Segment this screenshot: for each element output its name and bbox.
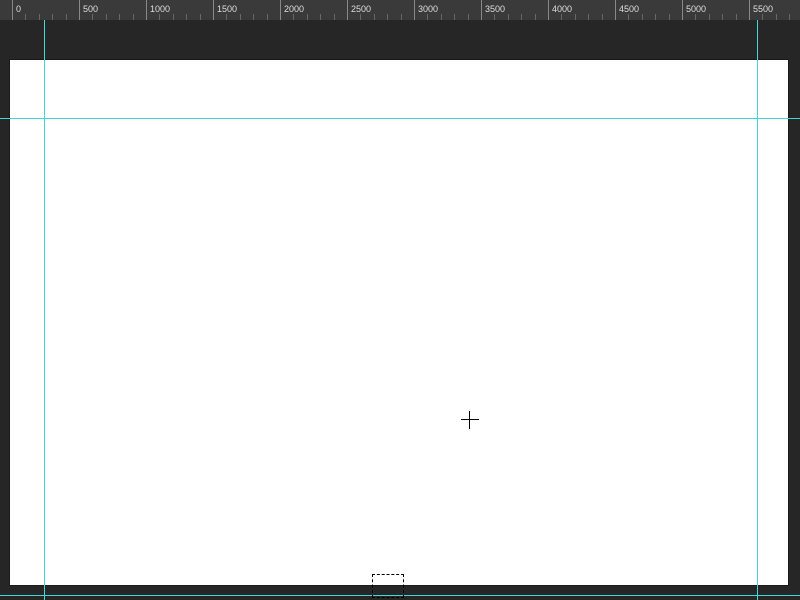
ruler-tick: 2500 — [347, 0, 348, 20]
ruler-label: 500 — [83, 4, 98, 14]
vertical-guide[interactable] — [757, 20, 758, 600]
selection-marquee[interactable] — [372, 574, 404, 598]
ruler-label: 2500 — [351, 4, 371, 14]
ruler-tick: 4500 — [615, 0, 616, 20]
horizontal-guide[interactable] — [0, 118, 800, 119]
ruler-tick: 1000 — [146, 0, 147, 20]
ruler-label: 5000 — [686, 4, 706, 14]
ruler-label: 1000 — [150, 4, 170, 14]
ruler-label: 5500 — [753, 4, 773, 14]
ruler-label: 3000 — [418, 4, 438, 14]
ruler-label: 1500 — [217, 4, 237, 14]
editor-viewport: 0500100015002000250030003500400045005000… — [0, 0, 800, 600]
ruler-label: 4500 — [619, 4, 639, 14]
canvas-area[interactable] — [0, 20, 800, 600]
ruler-label: 0 — [16, 4, 21, 14]
document-page[interactable] — [10, 60, 788, 585]
ruler-tick: 500 — [79, 0, 80, 20]
horizontal-ruler[interactable]: 0500100015002000250030003500400045005000… — [0, 0, 800, 20]
ruler-label: 4000 — [552, 4, 572, 14]
ruler-tick: 3500 — [481, 0, 482, 20]
ruler-tick: 5000 — [682, 0, 683, 20]
ruler-tick: 4000 — [548, 0, 549, 20]
ruler-label: 3500 — [485, 4, 505, 14]
ruler-tick: 1500 — [213, 0, 214, 20]
ruler-tick: 3000 — [414, 0, 415, 20]
vertical-guide[interactable] — [44, 20, 45, 600]
ruler-tick: 5500 — [749, 0, 750, 20]
ruler-label: 2000 — [284, 4, 304, 14]
ruler-tick: 0 — [12, 0, 13, 20]
ruler-tick: 2000 — [280, 0, 281, 20]
